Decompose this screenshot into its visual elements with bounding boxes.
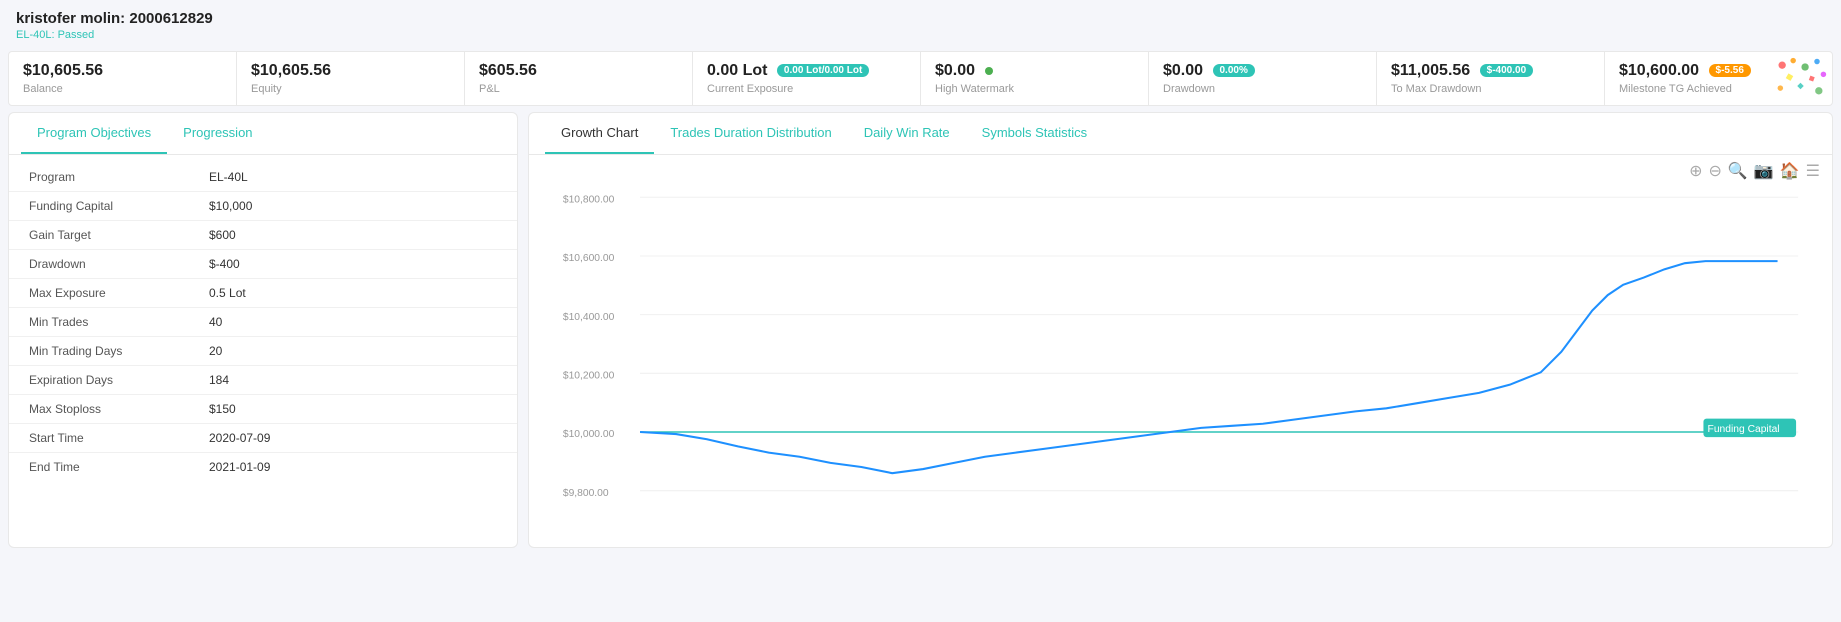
svg-text:Funding Capital: Funding Capital [1708, 424, 1780, 435]
tab-trades-duration[interactable]: Trades Duration Distribution [654, 113, 847, 154]
equity-value: $10,605.56 [251, 62, 450, 80]
row-value: $-400 [209, 257, 240, 271]
zoom-in-icon[interactable]: ⊕ [1689, 161, 1702, 181]
table-row: Min Trading Days 20 [9, 337, 517, 366]
stat-pnl: $605.56 P&L [465, 52, 693, 105]
svg-text:$10,600.00: $10,600.00 [563, 253, 615, 264]
right-panel: Growth Chart Trades Duration Distributio… [528, 112, 1833, 548]
row-label: Max Exposure [29, 286, 209, 300]
chart-toolbar: ⊕ ⊖ 🔍 📷 🏠 ☰ [529, 155, 1832, 187]
watermark-value: $0.00 [935, 62, 1134, 80]
drawdown-value: $0.00 0.00% [1163, 62, 1362, 80]
table-row: Max Stoploss $150 [9, 395, 517, 424]
zoom-out-icon[interactable]: ⊖ [1708, 161, 1721, 181]
left-panel: Program Objectives Progression Program E… [8, 112, 518, 548]
max-drawdown-badge: $-400.00 [1480, 64, 1533, 77]
main-content: Program Objectives Progression Program E… [0, 112, 1841, 558]
table-row: Start Time 2020-07-09 [9, 424, 517, 453]
svg-text:$10,400.00: $10,400.00 [563, 312, 615, 323]
stat-max-drawdown: $11,005.56 $-400.00 To Max Drawdown [1377, 52, 1605, 105]
row-label: Drawdown [29, 257, 209, 271]
row-label: Max Stoploss [29, 402, 209, 416]
row-label: Funding Capital [29, 199, 209, 213]
status-badge: EL-40L: Passed [16, 29, 1825, 41]
left-tabs: Program Objectives Progression [9, 113, 517, 155]
program-table: Program EL-40L Funding Capital $10,000 G… [9, 155, 517, 489]
stats-bar: $10,605.56 Balance $10,605.56 Equity $60… [8, 51, 1833, 106]
table-row: Program EL-40L [9, 163, 517, 192]
table-row: End Time 2021-01-09 [9, 453, 517, 481]
row-label: Program [29, 170, 209, 184]
max-drawdown-label: To Max Drawdown [1391, 83, 1590, 95]
max-drawdown-value: $11,005.56 $-400.00 [1391, 62, 1590, 80]
tab-growth-chart[interactable]: Growth Chart [545, 113, 654, 154]
svg-text:$9,800.00: $9,800.00 [563, 488, 609, 499]
row-label: Start Time [29, 431, 209, 445]
table-row: Expiration Days 184 [9, 366, 517, 395]
tab-symbols-stats[interactable]: Symbols Statistics [966, 113, 1103, 154]
row-value: $10,000 [209, 199, 252, 213]
milestone-badge: $-5.56 [1709, 64, 1751, 77]
magnifier-icon[interactable]: 🔍 [1728, 161, 1748, 181]
tab-progression[interactable]: Progression [167, 113, 268, 154]
stat-equity: $10,605.56 Equity [237, 52, 465, 105]
row-value: 184 [209, 373, 229, 387]
row-value: $150 [209, 402, 236, 416]
stat-watermark: $0.00 High Watermark [921, 52, 1149, 105]
equity-label: Equity [251, 83, 450, 95]
table-row: Drawdown $-400 [9, 250, 517, 279]
row-value: 40 [209, 315, 222, 329]
camera-icon[interactable]: 📷 [1754, 161, 1774, 181]
row-label: End Time [29, 460, 209, 474]
growth-line [640, 261, 1778, 473]
drawdown-badge: 0.00% [1213, 64, 1255, 77]
row-label: Gain Target [29, 228, 209, 242]
svg-text:$10,000.00: $10,000.00 [563, 429, 615, 440]
balance-value: $10,605.56 [23, 62, 222, 80]
table-row: Max Exposure 0.5 Lot [9, 279, 517, 308]
stat-drawdown: $0.00 0.00% Drawdown [1149, 52, 1377, 105]
exposure-label: Current Exposure [707, 83, 906, 95]
balance-label: Balance [23, 83, 222, 95]
row-value: 0.5 Lot [209, 286, 246, 300]
confetti-decoration [1773, 56, 1828, 105]
tab-program-objectives[interactable]: Program Objectives [21, 113, 167, 154]
pnl-label: P&L [479, 83, 678, 95]
row-label: Min Trades [29, 315, 209, 329]
stat-balance: $10,605.56 Balance [9, 52, 237, 105]
exposure-badge: 0.00 Lot/0.00 Lot [777, 64, 869, 77]
table-row: Funding Capital $10,000 [9, 192, 517, 221]
chart-tabs: Growth Chart Trades Duration Distributio… [529, 113, 1832, 155]
menu-icon[interactable]: ☰ [1806, 161, 1820, 181]
home-icon[interactable]: 🏠 [1780, 161, 1800, 181]
exposure-value: 0.00 Lot 0.00 Lot/0.00 Lot [707, 62, 906, 80]
svg-text:$10,800.00: $10,800.00 [563, 194, 615, 205]
row-label: Expiration Days [29, 373, 209, 387]
stat-milestone: $10,600.00 $-5.56 Milestone TG Achieved [1605, 52, 1832, 105]
watermark-label: High Watermark [935, 83, 1134, 95]
table-row: Min Trades 40 [9, 308, 517, 337]
row-value: 20 [209, 344, 222, 358]
row-value: 2021-01-09 [209, 460, 270, 474]
row-value: $600 [209, 228, 236, 242]
drawdown-label: Drawdown [1163, 83, 1362, 95]
tab-daily-win-rate[interactable]: Daily Win Rate [848, 113, 966, 154]
row-label: Min Trading Days [29, 344, 209, 358]
table-row: Gain Target $600 [9, 221, 517, 250]
row-value: 2020-07-09 [209, 431, 270, 445]
svg-text:$10,200.00: $10,200.00 [563, 370, 615, 381]
green-dot-icon [985, 67, 993, 75]
chart-area: $10,800.00 $10,600.00 $10,400.00 $10,200… [529, 187, 1832, 547]
row-value: EL-40L [209, 170, 248, 184]
growth-chart-svg: $10,800.00 $10,600.00 $10,400.00 $10,200… [539, 187, 1822, 537]
pnl-value: $605.56 [479, 62, 678, 80]
user-title: kristofer molin: 2000612829 [16, 10, 1825, 27]
stat-exposure: 0.00 Lot 0.00 Lot/0.00 Lot Current Expos… [693, 52, 921, 105]
